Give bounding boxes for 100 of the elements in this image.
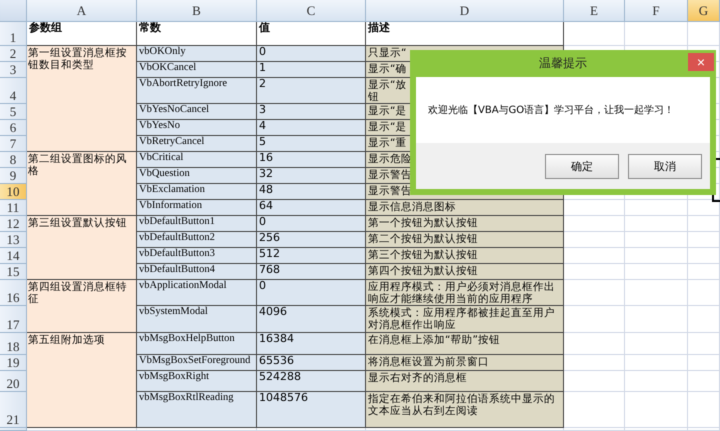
- constant-cell: vbDefaultButton1: [137, 216, 257, 232]
- row-header[interactable]: 7: [0, 136, 27, 152]
- dialog-title: 温馨提示: [539, 55, 587, 72]
- description-text: 将消息框设置为前景窗口: [368, 356, 489, 368]
- column-header[interactable]: D: [366, 0, 564, 22]
- header-cell: 值: [257, 22, 366, 46]
- constant-cell: VbInformation: [137, 200, 257, 216]
- value-cell: 768: [257, 264, 366, 280]
- description-text: 显示警告: [368, 185, 412, 197]
- description-text: 显示信息消息图标: [368, 201, 456, 213]
- row-header[interactable]: 17: [0, 306, 27, 333]
- row-header[interactable]: 12: [0, 216, 27, 232]
- description-text: 显示“是: [368, 121, 406, 133]
- constant-cell: vbMsgBoxRtlReading: [137, 392, 257, 428]
- row-header[interactable]: 5: [0, 104, 27, 120]
- close-button[interactable]: ×: [688, 53, 714, 71]
- value-cell: 3: [257, 104, 366, 120]
- value-cell: 0: [257, 216, 366, 232]
- description-text: 钮: [368, 91, 379, 103]
- value-cell: 524288: [257, 371, 366, 392]
- value-cell: 256: [257, 232, 366, 248]
- description-text: 显示“确: [368, 63, 406, 75]
- description-text: 第四个按钮为默认按钮: [368, 265, 478, 277]
- value-cell: 16384: [257, 333, 366, 355]
- description-text: 应用程序模式：用户必须对消息框作出响应才能继续使用当前的应用程序: [368, 281, 556, 305]
- header-cell: 描述: [366, 22, 564, 46]
- constant-cell: VbAbortRetryIgnore: [137, 78, 257, 104]
- column-header[interactable]: C: [257, 0, 366, 22]
- row-header[interactable]: 19: [0, 355, 27, 371]
- value-cell: 0: [257, 46, 366, 62]
- value-cell: 0: [257, 280, 366, 306]
- description-text: 显示“放: [368, 79, 406, 91]
- constant-cell: VbYesNo: [137, 120, 257, 136]
- description-text: 只显示“: [368, 47, 406, 59]
- group-cell: 第二组设置图标的风格: [27, 152, 137, 216]
- description-text: 在消息框上添加“帮助”按钮: [368, 334, 500, 346]
- ok-button[interactable]: 确定: [545, 154, 619, 178]
- constant-cell: vbSystemModal: [137, 306, 257, 333]
- constant-cell: VbCritical: [137, 152, 257, 168]
- column-header[interactable]: B: [137, 0, 257, 22]
- row-header[interactable]: 13: [0, 232, 27, 248]
- description-text: 第三个按钮为默认按钮: [368, 249, 478, 261]
- row-header[interactable]: 10: [0, 184, 27, 200]
- row-header[interactable]: [0, 428, 27, 431]
- value-cell: 65536: [257, 355, 366, 371]
- column-header[interactable]: E: [564, 0, 625, 22]
- constant-cell: vbMsgBoxRight: [137, 371, 257, 392]
- row-header[interactable]: 4: [0, 78, 27, 104]
- group-cell: 第三组设置默认按钮: [27, 216, 137, 280]
- description-text: 显示危险: [368, 153, 412, 165]
- value-cell: 64: [257, 200, 366, 216]
- group-cell: 第五组附加选项: [27, 333, 137, 428]
- select-all-corner[interactable]: [0, 0, 27, 22]
- value-cell: 4096: [257, 306, 366, 333]
- constant-cell: vbMsgBoxHelpButton: [137, 333, 257, 355]
- description-text: 系统模式：应用程序都被挂起直至用户对消息框作出响应: [368, 307, 556, 331]
- constant-cell: VbOKCancel: [137, 62, 257, 78]
- constant-cell: vbDefaultButton2: [137, 232, 257, 248]
- description-text: 第二个按钮为默认按钮: [368, 233, 478, 245]
- value-cell: 512: [257, 248, 366, 264]
- row-header[interactable]: 3: [0, 62, 27, 78]
- row-header[interactable]: 8: [0, 152, 27, 168]
- description-text: 第一个按钮为默认按钮: [368, 217, 478, 229]
- description-text: 显示“是: [368, 105, 406, 117]
- row-header[interactable]: 6: [0, 120, 27, 136]
- row-header[interactable]: 20: [0, 371, 27, 392]
- value-cell: 5: [257, 136, 366, 152]
- row-header[interactable]: 9: [0, 168, 27, 184]
- description-text: 显示警告: [368, 169, 412, 181]
- value-cell: 32: [257, 168, 366, 184]
- cancel-button[interactable]: 取消: [628, 154, 702, 178]
- constant-cell: vbOKOnly: [137, 46, 257, 62]
- value-cell: 1048576: [257, 392, 366, 428]
- description-text: 指定在希伯来和阿拉伯语系统中显示的文本应当从右到左阅读: [368, 393, 556, 417]
- constant-cell: vbDefaultButton4: [137, 264, 257, 280]
- value-cell: 16: [257, 152, 366, 168]
- column-header[interactable]: G: [688, 0, 720, 22]
- value-cell: 1: [257, 62, 366, 78]
- value-cell: 2: [257, 78, 366, 104]
- dialog-message: 欢迎光临【VBA与GO语言】学习平台，让我一起学习！: [428, 104, 674, 117]
- row-header[interactable]: 18: [0, 333, 27, 355]
- row-header[interactable]: 2: [0, 46, 27, 62]
- constant-cell: VbYesNoCancel: [137, 104, 257, 120]
- column-header[interactable]: A: [27, 0, 137, 22]
- constant-cell: VbRetryCancel: [137, 136, 257, 152]
- row-header[interactable]: 16: [0, 280, 27, 306]
- group-cell: 第四组设置消息框特征: [27, 280, 137, 333]
- row-header[interactable]: 21: [0, 392, 27, 428]
- constant-cell: VbQuestion: [137, 168, 257, 184]
- row-header[interactable]: 1: [0, 22, 27, 46]
- row-header[interactable]: 14: [0, 248, 27, 264]
- group-cell: 第一组设置消息框按钮数目和类型: [27, 46, 137, 152]
- constant-cell: VbExclamation: [137, 184, 257, 200]
- column-header[interactable]: F: [625, 0, 688, 22]
- row-header[interactable]: 15: [0, 264, 27, 280]
- header-cell: 常数: [137, 22, 257, 46]
- description-text: 显示右对齐的消息框: [368, 372, 467, 384]
- row-header[interactable]: 11: [0, 200, 27, 216]
- constant-cell: vbDefaultButton3: [137, 248, 257, 264]
- description-text: 显示“重: [368, 137, 406, 149]
